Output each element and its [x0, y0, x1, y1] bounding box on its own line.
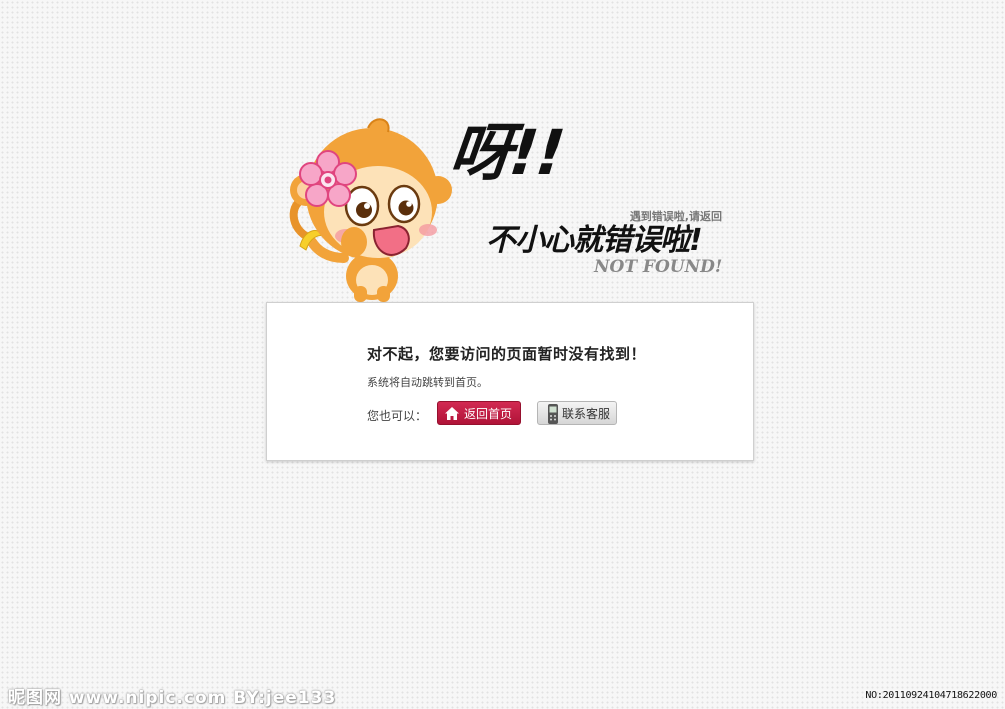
- alternative-actions-label: 您也可以：: [367, 409, 428, 423]
- error-tip-text: 遇到错误啦,请返回: [629, 210, 722, 223]
- redirect-notice: 系统将自动跳转到首页。: [367, 376, 488, 389]
- contact-support-label: 联系客服: [562, 407, 611, 421]
- image-number-watermark: NO:20110924104718622000: [865, 690, 997, 701]
- back-to-home-label: 返回首页: [464, 407, 513, 421]
- contact-support-button[interactable]: 联系客服: [537, 401, 617, 425]
- phone-icon: [548, 404, 558, 424]
- error-headline: 不小心就错误啦!: [486, 223, 703, 258]
- monkey-mascot-illustration: [289, 118, 452, 302]
- exclaim-heading: 呀!!: [446, 116, 567, 189]
- not-found-label: NOT FOUND!: [594, 257, 723, 277]
- site-watermark: 昵图网 www.nipic.com BY:jee133: [8, 688, 337, 708]
- back-to-home-button[interactable]: 返回首页: [437, 401, 521, 425]
- error-title: 对不起，您要访问的页面暂时没有找到！: [367, 345, 647, 363]
- home-icon: [445, 407, 459, 420]
- error-message-box: 对不起，您要访问的页面暂时没有找到！ 系统将自动跳转到首页。 您也可以： 返回首…: [266, 302, 754, 461]
